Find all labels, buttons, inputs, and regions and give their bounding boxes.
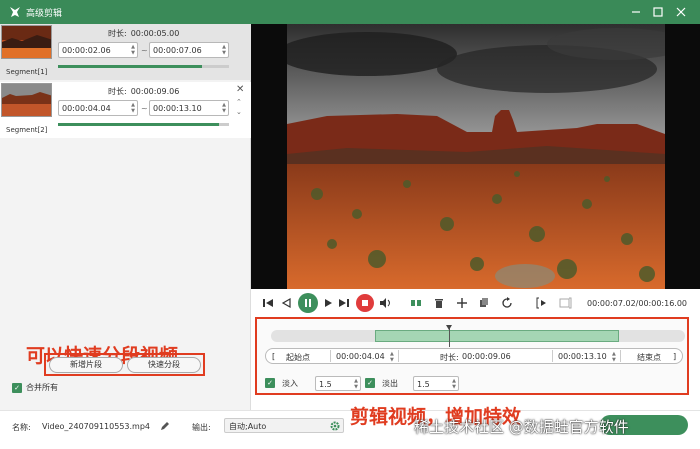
set-start-point-button[interactable]: 起始点 xyxy=(286,352,310,363)
output-select[interactable]: 自动;Auto xyxy=(224,418,344,433)
start-time-input[interactable]: 00:00:04.04 xyxy=(336,352,385,361)
volume-icon[interactable] xyxy=(378,295,392,311)
stop-button[interactable] xyxy=(356,294,374,312)
segment-label: Segment[1] xyxy=(6,68,48,76)
close-icon[interactable] xyxy=(673,4,689,20)
clip-range-row: [ 起始点 00:00:04.04 ▲ ▼ 时长: 00:00:09.06 00:… xyxy=(265,348,683,364)
video-preview[interactable] xyxy=(251,24,700,289)
range-separator: ~ xyxy=(141,46,148,55)
reset-icon[interactable] xyxy=(500,295,514,311)
next-frame-icon[interactable] xyxy=(322,295,336,311)
spinner-icon[interactable]: ▲ ▼ xyxy=(222,102,226,114)
duration-value: 00:00:09.06 xyxy=(462,352,511,361)
segment-end-input[interactable]: 00:00:07.06 ▲ ▼ xyxy=(149,42,229,58)
add-icon[interactable] xyxy=(455,295,469,311)
app-logo-icon xyxy=(10,7,20,17)
segment-panel: Segment[1] 时长: 00:00:05.00 00:00:02.06 ▲ ▼ … xyxy=(0,24,251,410)
watermark: 稀土技术社区 @数据蛙官方软件 xyxy=(414,418,629,436)
copy-icon[interactable] xyxy=(477,295,491,311)
move-up-icon[interactable]: ⌃ xyxy=(236,98,242,106)
merge-all-label: 合并所有 xyxy=(26,383,58,392)
fade-out-input[interactable]: 1.5 ▲ ▼ xyxy=(413,376,459,391)
spinner-icon[interactable]: ▲ ▼ xyxy=(131,44,135,56)
fade-out-checkbox[interactable]: ✓ xyxy=(365,378,375,388)
settings-gear-icon[interactable] xyxy=(330,421,340,433)
range-bracket-close: ] xyxy=(673,352,677,361)
divider xyxy=(398,350,399,362)
file-name-label: 名称: xyxy=(12,423,31,432)
split-buttons-highlight: 新增片段 快速分段 xyxy=(44,353,205,376)
segment-progress-bar xyxy=(58,123,229,126)
title-bar: 高级剪辑 xyxy=(0,0,700,24)
divider xyxy=(330,350,331,362)
mark-in-icon[interactable] xyxy=(535,295,551,311)
divider xyxy=(552,350,553,362)
range-bracket-open: [ xyxy=(272,352,276,361)
delete-icon[interactable] xyxy=(432,295,446,311)
output-label: 输出: xyxy=(192,423,211,432)
player-controls: 00:00:07.02/00:00:16.00 xyxy=(251,289,700,317)
spinner-icon[interactable]: ▲ ▼ xyxy=(131,102,135,114)
remove-segment-icon[interactable]: ✕ xyxy=(236,84,244,95)
timeline-playhead[interactable] xyxy=(446,325,453,347)
split-icon[interactable] xyxy=(409,295,423,311)
clip-edit-panel: [ 起始点 00:00:04.04 ▲ ▼ 时长: 00:00:09.06 00:… xyxy=(255,317,689,395)
minimize-icon[interactable] xyxy=(628,4,644,20)
segment-item[interactable]: Segment[2] 时长: 00:00:09.06 00:00:04.04 ▲ ▼ … xyxy=(0,82,251,138)
spinner-icon[interactable]: ▲ ▼ xyxy=(354,378,358,390)
new-segment-button[interactable]: 新增片段 xyxy=(49,357,123,373)
divider xyxy=(620,350,621,362)
fade-in-input[interactable]: 1.5 ▲ ▼ xyxy=(315,376,361,391)
segment-duration: 时长: 00:00:09.06 xyxy=(108,87,180,96)
range-separator: ~ xyxy=(141,104,148,113)
segment-label: Segment[2] xyxy=(6,126,48,134)
segment-start-input[interactable]: 00:00:02.06 ▲ ▼ xyxy=(58,42,138,58)
clip-selection-range[interactable] xyxy=(374,330,619,342)
previous-frame-icon[interactable] xyxy=(279,295,293,311)
maximize-icon[interactable] xyxy=(650,4,666,20)
fade-in-label: 淡入 xyxy=(282,379,298,388)
checkbox-checked-icon[interactable]: ✓ xyxy=(12,382,22,393)
fade-out-label: 淡出 xyxy=(382,379,398,388)
mark-out-icon[interactable] xyxy=(557,295,573,311)
fade-controls: ✓ 淡入 1.5 ▲ ▼ ✓ 淡出 1.5 ▲ ▼ xyxy=(265,376,685,392)
pause-button[interactable] xyxy=(298,293,318,313)
skip-to-start-icon[interactable] xyxy=(261,295,275,311)
spinner-icon[interactable]: ▲ ▼ xyxy=(222,44,226,56)
merge-all-checkbox[interactable]: ✓ 合并所有 xyxy=(12,382,58,393)
segment-end-input[interactable]: 00:00:13.10 ▲ ▼ xyxy=(149,100,229,116)
edit-name-icon[interactable] xyxy=(160,421,170,433)
video-frame xyxy=(287,24,665,289)
segment-item[interactable]: Segment[1] 时长: 00:00:05.00 00:00:02.06 ▲ ▼ … xyxy=(0,24,251,80)
output-value: 自动;Auto xyxy=(229,422,267,431)
fade-in-checkbox[interactable]: ✓ xyxy=(265,378,275,388)
skip-to-end-icon[interactable] xyxy=(337,295,351,311)
segment-start-input[interactable]: 00:00:04.04 ▲ ▼ xyxy=(58,100,138,116)
clip-timeline-track[interactable] xyxy=(271,325,685,347)
file-name-value: Video_240709110553.mp4 xyxy=(42,422,150,431)
quick-split-button[interactable]: 快速分段 xyxy=(127,357,201,373)
segment-thumbnail xyxy=(1,83,52,117)
segment-thumbnail xyxy=(1,25,52,59)
playback-timecode: 00:00:07.02/00:00:16.00 xyxy=(587,299,687,308)
move-down-icon[interactable]: ⌄ xyxy=(236,108,242,116)
spinner-icon[interactable]: ▲ ▼ xyxy=(452,378,456,390)
end-time-input[interactable]: 00:00:13.10 xyxy=(558,352,607,361)
segment-progress-bar xyxy=(58,65,229,68)
spinner-icon[interactable]: ▲ ▼ xyxy=(390,351,394,363)
segment-duration: 时长: 00:00:05.00 xyxy=(108,29,180,38)
spinner-icon[interactable]: ▲ ▼ xyxy=(612,351,616,363)
set-end-point-button[interactable]: 结束点 xyxy=(637,352,661,363)
duration-label: 时长: xyxy=(440,353,459,362)
window-title: 高级剪辑 xyxy=(26,9,63,19)
